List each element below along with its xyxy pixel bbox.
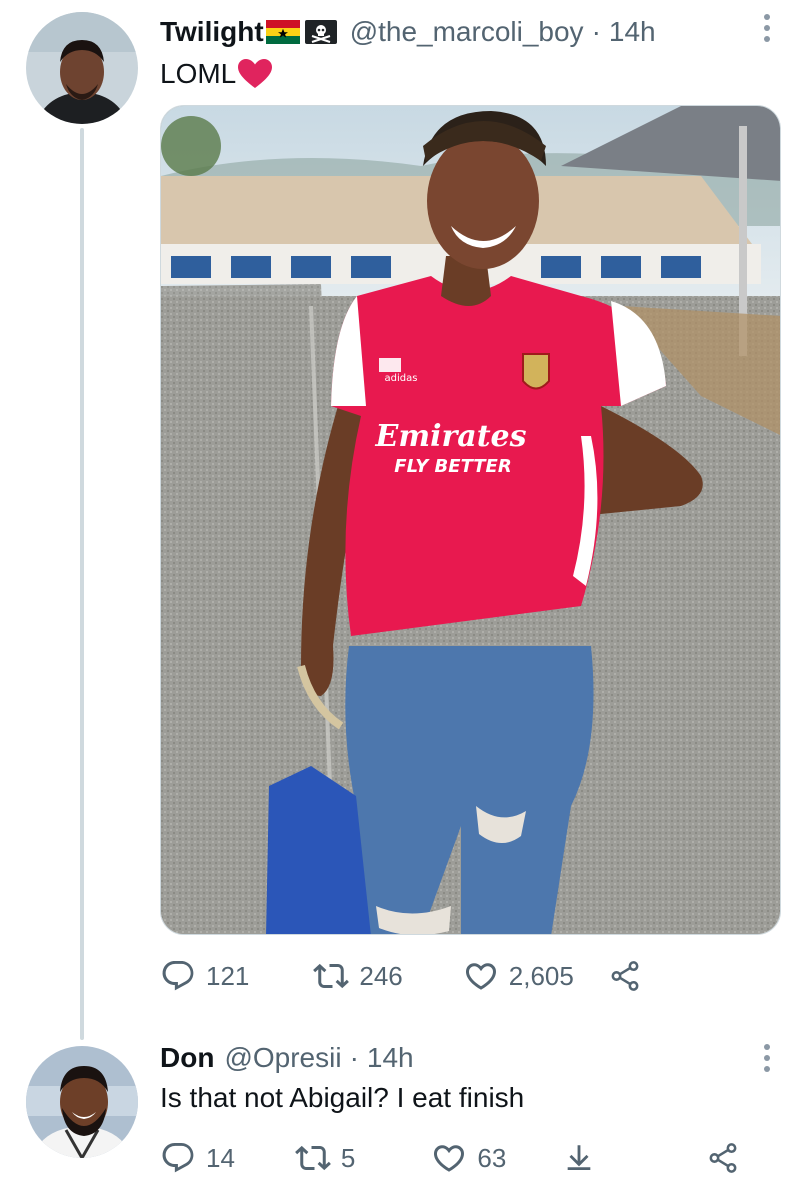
timestamp[interactable]: 14h — [367, 1042, 414, 1074]
retweet-icon — [313, 963, 350, 989]
like-count: 63 — [477, 1142, 507, 1173]
user-handle[interactable]: @the_marcoli_boy — [350, 16, 584, 48]
reply-count: 14 — [206, 1142, 235, 1173]
tweet-header: Don @Opresii · 14h — [160, 1040, 414, 1076]
retweet-button[interactable]: 246 — [313, 958, 403, 994]
separator-dot: · — [591, 16, 601, 47]
more-options-icon[interactable] — [764, 1044, 772, 1072]
like-heart-icon — [434, 1145, 465, 1172]
download-arrow-icon — [567, 1145, 591, 1171]
pirate-flag-icon — [304, 20, 337, 44]
share-icon — [709, 1143, 737, 1173]
bookmark-download-button[interactable] — [562, 1141, 596, 1175]
tweet-header: Twilight @the_marcoli_boy · 14h — [160, 14, 656, 50]
timestamp[interactable]: 14h — [609, 16, 656, 48]
retweet-count: 246 — [359, 960, 403, 991]
avatar[interactable] — [26, 1046, 138, 1158]
reply-button[interactable]: 121 — [160, 958, 249, 994]
ghana-flag-icon — [265, 20, 300, 44]
tweet-actions: 121 246 2,605 — [160, 958, 642, 994]
retweet-count: 5 — [340, 1142, 356, 1173]
like-count: 2,605 — [508, 960, 574, 991]
jersey-sponsor-text: Emirates — [374, 419, 526, 454]
tweet-photo[interactable]: Emirates FLY BETTER adidas — [160, 105, 781, 935]
like-button[interactable]: 63 — [431, 1140, 506, 1176]
retweet-button[interactable]: 5 — [295, 1140, 355, 1176]
more-options-icon[interactable] — [764, 14, 772, 42]
like-button[interactable]: 2,605 — [463, 958, 574, 994]
share-button[interactable] — [706, 1141, 740, 1175]
tweet-actions: 14 5 63 — [160, 1140, 740, 1176]
user-handle[interactable]: @Opresii — [224, 1042, 341, 1074]
kit-maker-text: adidas — [385, 373, 418, 384]
photo-woman-in-jersey: Emirates FLY BETTER adidas — [161, 106, 780, 934]
reply-icon — [162, 961, 194, 991]
display-name[interactable]: Twilight — [160, 16, 264, 48]
reply-count: 121 — [206, 960, 250, 991]
thread-connector-line — [80, 128, 84, 1040]
reply-icon — [162, 1143, 194, 1173]
tweet-text: LOML — [160, 58, 273, 90]
user-avatar-image — [26, 1046, 138, 1158]
avatar[interactable] — [26, 12, 138, 124]
tweet-text-content: LOML — [160, 58, 237, 89]
retweet-icon — [295, 1145, 331, 1171]
user-avatar-image — [26, 12, 138, 124]
jersey-slogan-text: FLY BETTER — [394, 456, 511, 477]
red-heart-icon — [238, 59, 273, 88]
share-icon — [611, 961, 639, 991]
share-button[interactable] — [608, 959, 642, 993]
display-name[interactable]: Don — [160, 1042, 214, 1074]
like-heart-icon — [465, 963, 496, 990]
separator-dot: · — [349, 1042, 359, 1073]
reply-button[interactable]: 14 — [160, 1140, 235, 1176]
tweet-text: Is that not Abigail? I eat finish — [160, 1082, 525, 1113]
